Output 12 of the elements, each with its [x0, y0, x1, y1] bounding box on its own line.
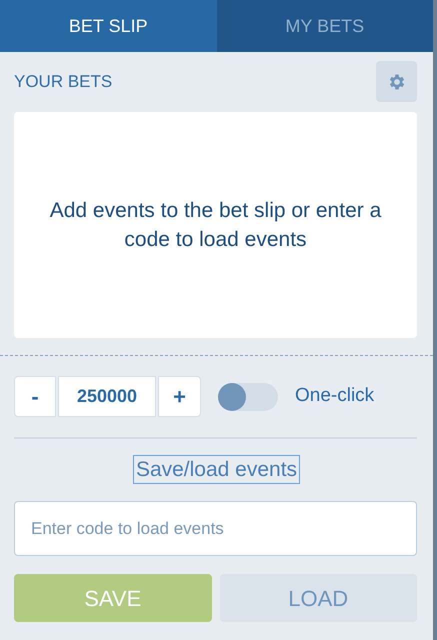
toggle-switch[interactable]	[218, 382, 278, 410]
settings-button[interactable]	[376, 61, 417, 102]
tab[interactable]: BET SLIP	[0, 0, 216, 52]
toggle-label: One-click	[295, 384, 374, 408]
section-title: YOUR BETS	[14, 70, 112, 93]
save-load-link[interactable]: Save/load events	[132, 455, 300, 484]
empty-message: Add events to the bet slip or enter a code to load events	[48, 198, 382, 253]
code-field[interactable]: Enter code to load events	[14, 501, 417, 556]
plus-button[interactable]: +	[158, 376, 201, 417]
tab[interactable]: MY BETS	[216, 0, 433, 52]
minus-button[interactable]: -	[14, 376, 56, 417]
stake-field[interactable]: 250000	[58, 376, 156, 417]
